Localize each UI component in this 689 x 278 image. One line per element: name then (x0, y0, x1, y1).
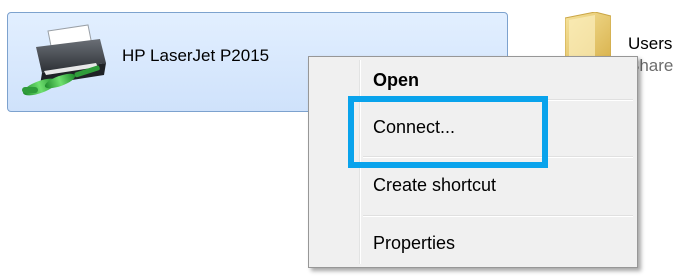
menu-item-connect[interactable]: Connect... (373, 117, 455, 138)
menu-icon-gutter (359, 60, 361, 264)
menu-item-properties[interactable]: Properties (373, 233, 455, 254)
menu-separator (363, 99, 633, 101)
network-printer-icon (22, 24, 106, 96)
menu-item-create-shortcut[interactable]: Create shortcut (373, 175, 496, 196)
menu-separator (363, 215, 633, 217)
users-folder-name[interactable]: Users (628, 34, 672, 54)
menu-item-open[interactable]: Open (373, 70, 419, 91)
menu-separator (363, 156, 633, 158)
printer-name: HP LaserJet P2015 (122, 46, 270, 65)
context-menu: Open Connect... Create shortcut Properti… (308, 56, 638, 268)
